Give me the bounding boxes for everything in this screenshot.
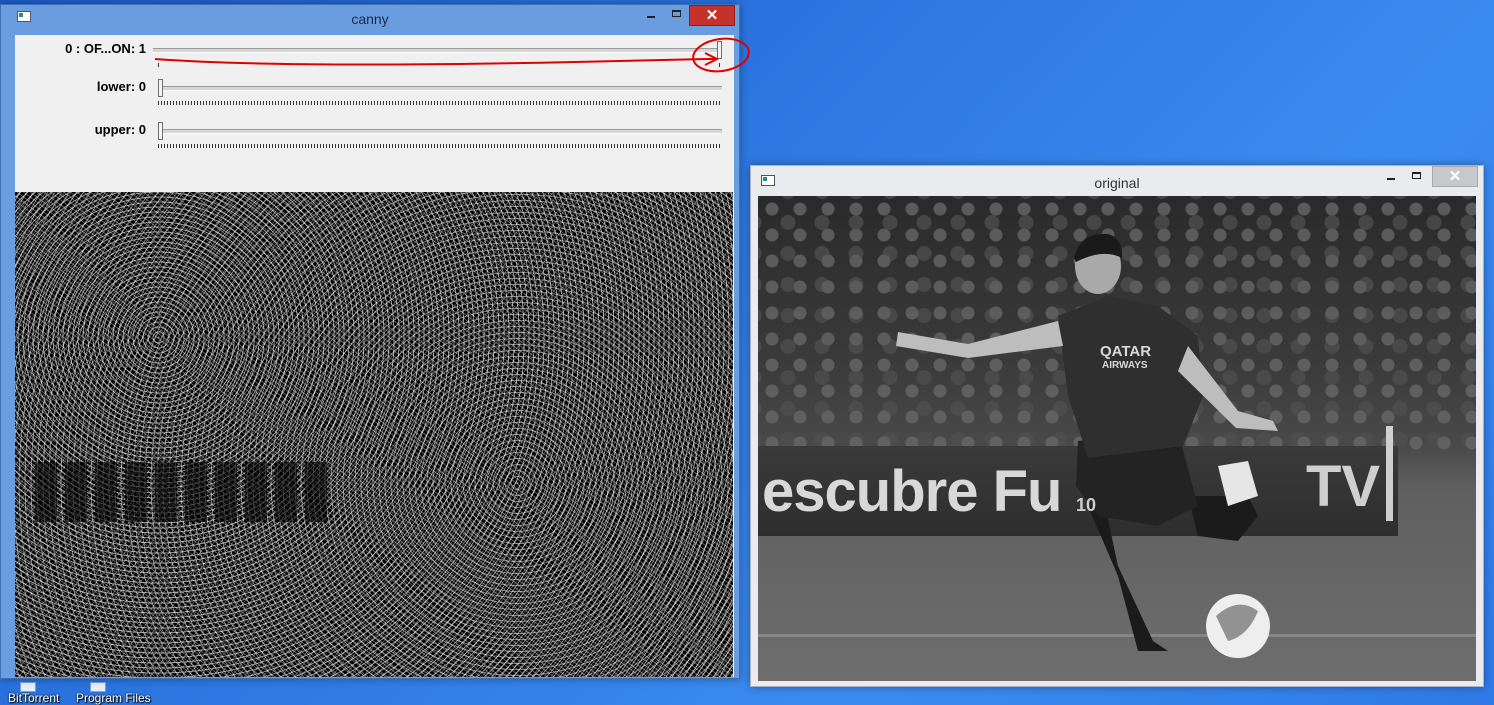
minimize-button[interactable] <box>638 5 664 26</box>
trackbar-upper-label: upper: 0 <box>94 122 146 137</box>
shorts-number: 10 <box>1076 495 1096 515</box>
desktop-icon-program-files-label[interactable]: Program Files <box>76 691 151 705</box>
close-button[interactable]: ✕ <box>689 5 735 26</box>
canny-client-area: 0 : OF...ON: 1 lower: 0 upper: 0 <box>15 35 750 677</box>
advert-tv-text: TV <box>1306 454 1380 519</box>
canny-window-title: canny <box>351 11 389 27</box>
original-window: original ✕ escubre Fu TV QATAR AIRWAYS 1… <box>750 165 1484 687</box>
close-icon: ✕ <box>705 7 719 24</box>
shirt-text-bottom: AIRWAYS <box>1102 360 1148 371</box>
trackbar-upper: upper: 0 <box>15 119 734 159</box>
maximize-icon <box>1412 172 1421 179</box>
minimize-button[interactable] <box>1378 166 1404 187</box>
close-button[interactable]: ✕ <box>1432 166 1478 187</box>
shirt-text-top: QATAR <box>1100 343 1151 360</box>
desktop-icon-bittorrent-label[interactable]: BitTorrent <box>8 691 59 705</box>
trackbar-upper-track[interactable] <box>159 129 722 134</box>
maximize-icon <box>672 10 681 17</box>
canny-edge-image <box>15 192 733 677</box>
maximize-button[interactable] <box>664 5 690 26</box>
minimize-icon <box>647 16 655 18</box>
original-window-title: original <box>1094 175 1140 191</box>
minimize-icon <box>1387 178 1395 180</box>
trackbar-upper-thumb[interactable] <box>158 122 163 140</box>
trackbar-upper-ticks <box>158 144 720 148</box>
maximize-button[interactable] <box>1404 166 1430 187</box>
original-image: escubre Fu TV QATAR AIRWAYS 10 <box>758 196 1476 681</box>
canny-titlebar[interactable]: canny ✕ <box>1 5 739 35</box>
red-annotation <box>154 37 750 73</box>
player-figure: TV QATAR AIRWAYS 10 <box>896 233 1393 658</box>
trackbar-lower-ticks <box>158 101 720 105</box>
original-titlebar[interactable]: original ✕ <box>751 166 1483 196</box>
close-icon: ✕ <box>1448 168 1462 185</box>
canny-window: canny ✕ 0 : OF...ON: 1 lower: 0 upper: 0 <box>0 4 750 679</box>
